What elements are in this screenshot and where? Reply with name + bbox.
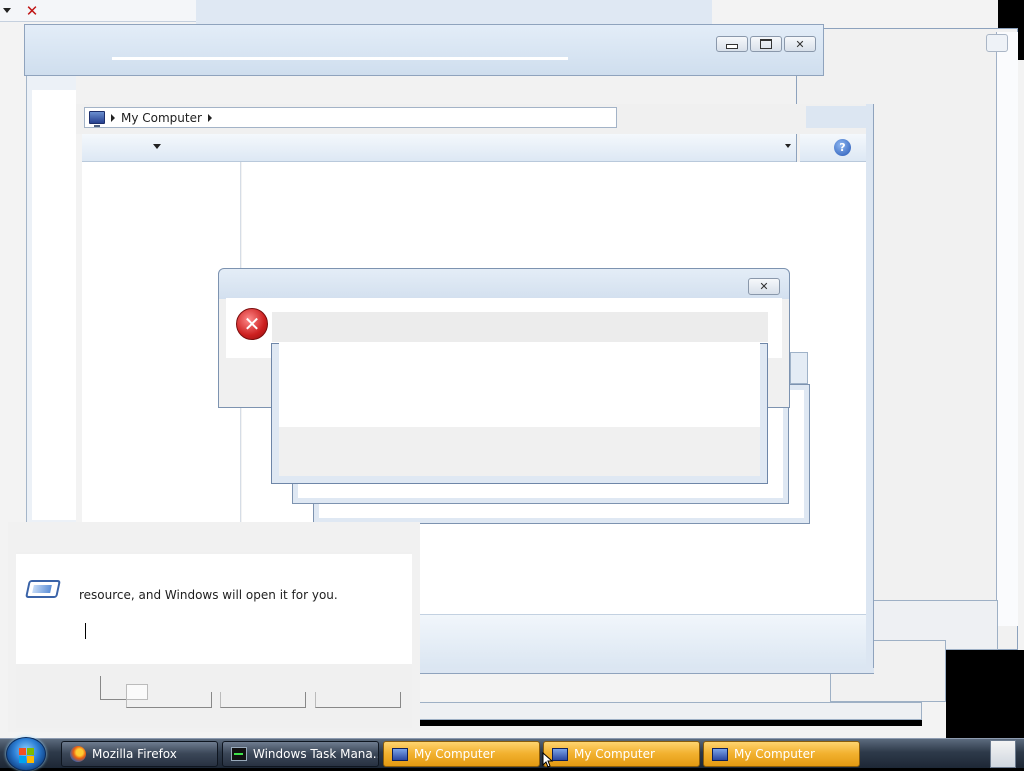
computer-icon bbox=[712, 747, 728, 761]
dialog-stack-right-strip bbox=[790, 352, 808, 384]
text-cursor bbox=[85, 623, 86, 639]
views-dropdown-icon[interactable] bbox=[785, 144, 791, 148]
taskbar-item-my-computer-1[interactable]: My Computer bbox=[383, 741, 540, 767]
taskbar-item-label: My Computer bbox=[574, 747, 655, 761]
maximize-icon bbox=[760, 39, 772, 49]
computer-icon bbox=[89, 111, 105, 127]
run-cancel-button[interactable] bbox=[220, 692, 306, 708]
explorer-title-highlight bbox=[112, 57, 568, 60]
run-browse-button[interactable] bbox=[315, 692, 401, 708]
taskbar-item-task-manager[interactable]: Windows Task Mana... bbox=[222, 741, 379, 767]
taskbar-item-my-computer-3[interactable]: My Computer bbox=[703, 741, 860, 767]
desktop-window-strip bbox=[196, 0, 712, 24]
close-icon: ✕ bbox=[759, 280, 769, 293]
topleft-caption: ✕ bbox=[0, 0, 196, 22]
maximize-button[interactable] bbox=[750, 36, 782, 52]
computer-icon bbox=[392, 747, 408, 761]
firefox-icon bbox=[70, 746, 86, 762]
taskbar-item-label: My Computer bbox=[414, 747, 495, 761]
breadcrumb-chevron-icon[interactable] bbox=[207, 113, 212, 122]
taskbar-item-my-computer-2[interactable]: My Computer bbox=[543, 741, 700, 767]
explorer-right-border bbox=[866, 104, 874, 674]
dialog-front-body bbox=[279, 343, 760, 427]
taskbar-item-label: My Computer bbox=[734, 747, 815, 761]
command-bar bbox=[82, 134, 796, 162]
question-icon[interactable]: ? bbox=[834, 139, 851, 156]
organize-dropdown-icon[interactable] bbox=[153, 144, 161, 149]
address-right-shell bbox=[806, 106, 874, 128]
dark-gap-right bbox=[946, 650, 1024, 738]
stacked-window-right-2 bbox=[996, 32, 1018, 626]
error-x-icon: ✕ bbox=[236, 308, 268, 340]
taskbar-item-firefox[interactable]: Mozilla Firefox bbox=[61, 741, 218, 767]
windows-logo-icon bbox=[19, 748, 35, 764]
breadcrumb-chevron-icon[interactable] bbox=[111, 113, 115, 122]
run-open-input[interactable] bbox=[80, 620, 404, 642]
breadcrumb-my-computer[interactable]: My Computer bbox=[121, 111, 202, 125]
explorer-inner-white bbox=[32, 90, 76, 520]
error-message-strip bbox=[272, 312, 768, 342]
mouse-cursor-icon bbox=[542, 752, 554, 768]
show-desktop-button[interactable] bbox=[990, 740, 1016, 768]
run-description: resource, and Windows will open it for y… bbox=[79, 588, 338, 602]
minimize-icon bbox=[726, 43, 738, 49]
computer-icon bbox=[552, 747, 568, 761]
stacked-window-bottom-3 bbox=[410, 702, 922, 720]
minimize-button[interactable] bbox=[716, 36, 748, 52]
close-button[interactable]: ✕ bbox=[784, 36, 816, 52]
chevron-down-icon[interactable] bbox=[3, 8, 11, 13]
stacked-window-right-close[interactable] bbox=[986, 34, 1008, 52]
dialog-front-footer bbox=[279, 427, 760, 476]
run-ok-button[interactable] bbox=[126, 692, 212, 708]
run-dialog-body bbox=[16, 554, 412, 664]
error-dialog-close-button[interactable]: ✕ bbox=[748, 278, 780, 295]
address-bar[interactable]: My Computer bbox=[84, 107, 617, 128]
close-icon: ✕ bbox=[795, 37, 805, 51]
explorer-window-frame bbox=[24, 24, 824, 76]
start-button[interactable] bbox=[6, 737, 46, 771]
close-icon[interactable]: ✕ bbox=[24, 3, 40, 19]
task-manager-icon bbox=[231, 747, 247, 761]
run-icon bbox=[25, 580, 61, 598]
taskbar-item-label: Windows Task Mana... bbox=[253, 747, 379, 761]
explorer-header-shell bbox=[76, 76, 796, 104]
taskbar-item-label: Mozilla Firefox bbox=[92, 747, 177, 761]
